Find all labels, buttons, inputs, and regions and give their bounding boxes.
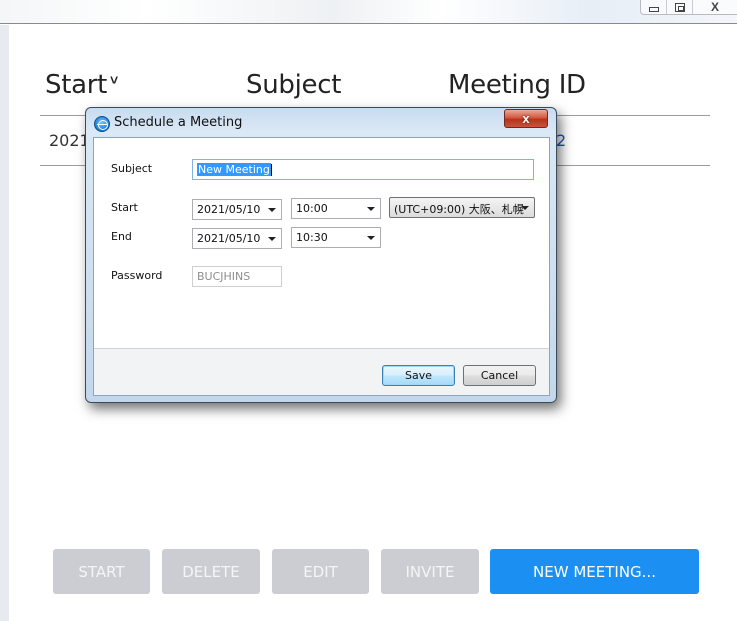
- column-header-start[interactable]: Start: [45, 70, 107, 100]
- end-date-value: 2021/05/10: [197, 232, 261, 245]
- maximize-button[interactable]: [667, 0, 693, 14]
- window-controls: X: [640, 0, 737, 15]
- close-button[interactable]: X: [693, 0, 737, 14]
- password-label: Password: [111, 269, 163, 282]
- dropdown-arrow-icon: [367, 207, 375, 211]
- dropdown-arrow-icon: [268, 208, 276, 212]
- cancel-button[interactable]: Cancel: [463, 365, 536, 386]
- edit-button[interactable]: EDIT: [272, 549, 369, 594]
- subject-input[interactable]: New Meeting: [192, 159, 534, 180]
- start-time-select[interactable]: 10:00: [291, 198, 381, 219]
- column-header-meeting-id[interactable]: Meeting ID: [448, 70, 586, 100]
- new-meeting-button[interactable]: NEW MEETING...: [490, 549, 699, 594]
- dialog-body: Subject New Meeting Start 2021/05/10 10:…: [93, 137, 550, 396]
- minimize-button[interactable]: [641, 0, 667, 14]
- invite-button[interactable]: INVITE: [381, 549, 479, 594]
- subject-label: Subject: [111, 162, 153, 175]
- timezone-value: (UTC+09:00) 大阪、札幌: [394, 203, 524, 216]
- timezone-select[interactable]: (UTC+09:00) 大阪、札幌: [389, 197, 535, 218]
- dropdown-arrow-icon: [268, 237, 276, 241]
- dialog-footer: Save Cancel: [94, 348, 549, 395]
- start-time-value: 10:00: [296, 202, 328, 215]
- dialog-title: Schedule a Meeting: [114, 115, 243, 130]
- row-start-cell: 2021: [49, 131, 90, 150]
- subject-value: New Meeting: [197, 163, 271, 176]
- close-icon: x: [522, 111, 530, 126]
- end-time-select[interactable]: 10:30: [291, 227, 381, 248]
- start-date-value: 2021/05/10: [197, 203, 261, 216]
- title-bar: X: [0, 0, 737, 24]
- schedule-meeting-dialog: Schedule a Meeting x Subject New Meeting…: [85, 107, 557, 403]
- start-button[interactable]: START: [53, 549, 150, 594]
- start-label: Start: [111, 201, 138, 214]
- text-caret: [270, 164, 272, 176]
- app-logo-icon: [94, 116, 110, 132]
- row-meeting-id-link[interactable]: 2: [556, 131, 566, 150]
- maximize-icon: [674, 2, 685, 12]
- delete-button[interactable]: DELETE: [162, 549, 260, 594]
- save-button[interactable]: Save: [382, 365, 455, 386]
- end-date-picker[interactable]: 2021/05/10: [192, 228, 282, 249]
- dropdown-arrow-icon: [521, 206, 529, 210]
- password-value: BUCJHINS: [197, 270, 251, 283]
- dropdown-arrow-icon: [367, 236, 375, 240]
- left-sidebar-edge: [0, 25, 9, 621]
- minimize-icon: [648, 7, 659, 12]
- end-label: End: [111, 230, 132, 243]
- close-icon: X: [710, 0, 719, 14]
- app-window: X Start ˅ Subject Meeting ID 2021 2 STAR…: [0, 0, 737, 621]
- column-header-subject[interactable]: Subject: [246, 70, 341, 100]
- dialog-close-button[interactable]: x: [504, 109, 548, 128]
- chevron-down-icon[interactable]: ˅: [110, 72, 118, 88]
- end-time-value: 10:30: [296, 231, 328, 244]
- password-input[interactable]: BUCJHINS: [192, 266, 282, 287]
- start-date-picker[interactable]: 2021/05/10: [192, 199, 282, 220]
